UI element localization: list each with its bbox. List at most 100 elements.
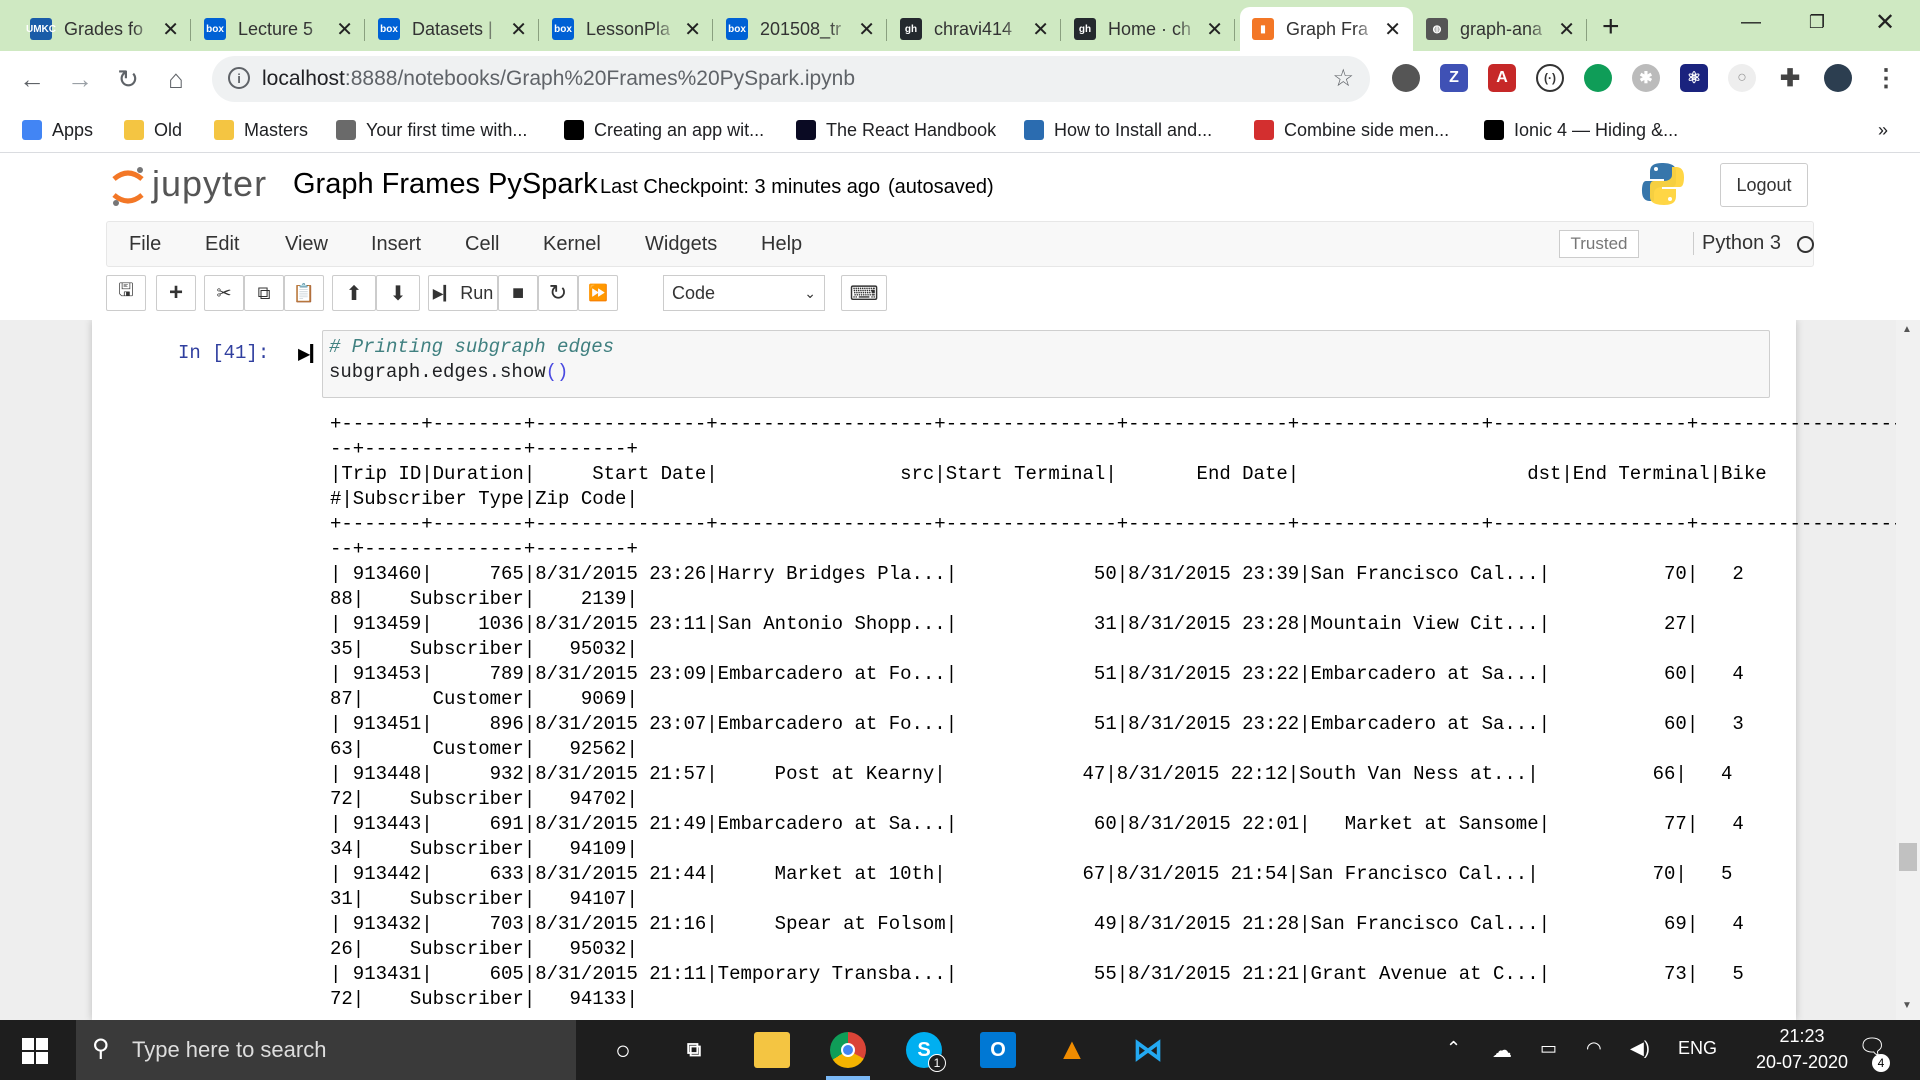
extension-code-icon[interactable]: (·) bbox=[1536, 64, 1564, 92]
menu-view[interactable]: View bbox=[285, 233, 328, 256]
code-input[interactable]: # Printing subgraph edges subgraph.edges… bbox=[322, 330, 1770, 398]
browser-tab[interactable]: UMKC Grades fo ✕ bbox=[18, 7, 191, 51]
menu-help[interactable]: Help bbox=[761, 233, 802, 256]
bookmark-item[interactable]: Old bbox=[124, 116, 182, 144]
chrome-icon[interactable] bbox=[830, 1032, 866, 1068]
run-cell-icon[interactable]: ▶▎ bbox=[298, 344, 323, 364]
copy-icon[interactable]: ⧉ bbox=[244, 275, 284, 311]
vertical-scrollbar[interactable]: ▲ ▼ bbox=[1896, 320, 1920, 1020]
scrollbar-thumb[interactable] bbox=[1899, 843, 1917, 871]
wifi-icon[interactable]: ◠ bbox=[1586, 1038, 1602, 1059]
cut-icon[interactable]: ✂ bbox=[204, 275, 244, 311]
jupyter-logo-icon[interactable] bbox=[110, 165, 146, 209]
browser-tab[interactable]: gh Home · ch ✕ bbox=[1062, 7, 1235, 51]
info-icon[interactable]: i bbox=[228, 67, 250, 89]
stop-icon[interactable]: ■ bbox=[498, 275, 538, 311]
extension-gear-icon[interactable]: ✱ bbox=[1632, 64, 1660, 92]
bookmark-item[interactable]: Your first time with... bbox=[336, 116, 527, 144]
tab-close-icon[interactable]: ✕ bbox=[684, 17, 701, 42]
notebook-title[interactable]: Graph Frames PySpark bbox=[293, 168, 598, 201]
profile-avatar[interactable] bbox=[1824, 64, 1852, 92]
task-view-icon[interactable]: ⧉ bbox=[676, 1032, 712, 1068]
forward-icon[interactable]: → bbox=[62, 61, 98, 97]
save-icon[interactable]: 🖫 bbox=[106, 275, 146, 311]
tab-close-icon[interactable]: ✕ bbox=[336, 17, 353, 42]
home-icon[interactable]: ⌂ bbox=[158, 61, 194, 97]
restart-icon[interactable]: ↻ bbox=[538, 275, 578, 311]
tab-close-icon[interactable]: ✕ bbox=[510, 17, 527, 42]
browser-tab[interactable]: box Lecture 5 ✕ bbox=[192, 7, 365, 51]
bookmark-item[interactable]: The React Handbook bbox=[796, 116, 996, 144]
tray-chevron-up-icon[interactable]: ⌃ bbox=[1446, 1038, 1461, 1059]
restore-icon[interactable]: ❐ bbox=[1782, 0, 1852, 44]
move-up-icon[interactable]: ⬆ bbox=[332, 275, 376, 311]
bookmark-item[interactable]: Combine side men... bbox=[1254, 116, 1449, 144]
onedrive-icon[interactable]: ☁ bbox=[1492, 1038, 1512, 1063]
kernel-name[interactable]: Python 3 bbox=[1693, 232, 1781, 255]
window-close-icon[interactable]: ✕ bbox=[1850, 0, 1920, 44]
extension-circle-icon[interactable]: ○ bbox=[1728, 64, 1756, 92]
vlc-icon[interactable]: ▲ bbox=[1054, 1032, 1090, 1068]
menu-widgets[interactable]: Widgets bbox=[645, 233, 717, 256]
clock-date[interactable]: 20-07-2020 bbox=[1734, 1052, 1870, 1073]
vscode-icon[interactable]: ⋈ bbox=[1130, 1032, 1166, 1068]
paste-icon[interactable]: 📋 bbox=[284, 275, 324, 311]
bookmark-item[interactable]: Masters bbox=[214, 116, 308, 144]
scroll-down-icon[interactable]: ▼ bbox=[1902, 1000, 1912, 1011]
move-down-icon[interactable]: ⬇ bbox=[376, 275, 420, 311]
bookmark-item[interactable]: How to Install and... bbox=[1024, 116, 1212, 144]
code-cell[interactable]: In [41]: ▶▎ # Printing subgraph edges su… bbox=[0, 320, 1920, 1020]
volume-icon[interactable]: ◀) bbox=[1630, 1038, 1650, 1059]
bookmark-item[interactable]: Apps bbox=[22, 116, 93, 144]
menu-kernel[interactable]: Kernel bbox=[543, 233, 601, 256]
extension-green-icon[interactable] bbox=[1584, 64, 1612, 92]
tab-close-icon[interactable]: ✕ bbox=[1558, 17, 1575, 42]
extension-record-icon[interactable] bbox=[1392, 64, 1420, 92]
extension-react-icon[interactable]: ⚛ bbox=[1680, 64, 1708, 92]
browser-tab[interactable]: gh chravi414 ✕ bbox=[888, 7, 1061, 51]
restart-run-all-icon[interactable]: ⏩ bbox=[578, 275, 618, 311]
browser-tab[interactable]: ◍ graph-ana ✕ bbox=[1414, 7, 1587, 51]
windows-start-icon[interactable] bbox=[22, 1038, 48, 1064]
file-explorer-icon[interactable] bbox=[754, 1032, 790, 1068]
clock-time[interactable]: 21:23 bbox=[1760, 1026, 1844, 1047]
extensions-puzzle-icon[interactable]: ✚ bbox=[1776, 64, 1804, 92]
extension-pdf-icon[interactable]: A bbox=[1488, 64, 1516, 92]
reload-icon[interactable]: ↻ bbox=[110, 61, 146, 97]
scroll-up-icon[interactable]: ▲ bbox=[1902, 324, 1912, 335]
browser-tab[interactable]: box LessonPla ✕ bbox=[540, 7, 713, 51]
outlook-icon[interactable]: O bbox=[980, 1032, 1016, 1068]
extension-zotero-icon[interactable]: Z bbox=[1440, 64, 1468, 92]
battery-icon[interactable]: ▭ bbox=[1540, 1038, 1557, 1059]
browser-tab[interactable]: ▮ Graph Fra ✕ bbox=[1240, 7, 1413, 51]
browser-tab[interactable]: box 201508_tr ✕ bbox=[714, 7, 887, 51]
tab-close-icon[interactable]: ✕ bbox=[1032, 17, 1049, 42]
more-bookmarks-icon[interactable]: » bbox=[1878, 116, 1888, 144]
insert-cell-icon[interactable]: + bbox=[156, 275, 196, 311]
bookmark-star-icon[interactable]: ☆ bbox=[1332, 64, 1354, 93]
menu-insert[interactable]: Insert bbox=[371, 233, 421, 256]
trusted-badge[interactable]: Trusted bbox=[1559, 230, 1639, 258]
tab-close-icon[interactable]: ✕ bbox=[858, 17, 875, 42]
logout-button[interactable]: Logout bbox=[1720, 163, 1808, 207]
bookmark-item[interactable]: Ionic 4 — Hiding &... bbox=[1484, 116, 1678, 144]
cortana-icon[interactable]: ○ bbox=[605, 1032, 641, 1068]
menu-file[interactable]: File bbox=[129, 233, 161, 256]
menu-edit[interactable]: Edit bbox=[205, 233, 239, 256]
menu-cell[interactable]: Cell bbox=[465, 233, 499, 256]
browser-tab[interactable]: box Datasets | ✕ bbox=[366, 7, 539, 51]
language-indicator[interactable]: ENG bbox=[1678, 1038, 1717, 1059]
minimize-icon[interactable]: — bbox=[1716, 0, 1786, 44]
new-tab-button[interactable]: + bbox=[1602, 10, 1620, 44]
run-button[interactable]: ▶▎ Run bbox=[428, 275, 498, 311]
bookmark-item[interactable]: Creating an app wit... bbox=[564, 116, 764, 144]
browser-menu-icon[interactable]: ⋮ bbox=[1872, 64, 1900, 92]
taskbar-search[interactable]: ⚲ Type here to search bbox=[76, 1020, 576, 1080]
tab-close-icon[interactable]: ✕ bbox=[1206, 17, 1223, 42]
address-bar[interactable]: i localhost:8888/notebooks/Graph%20Frame… bbox=[212, 56, 1370, 102]
keyboard-icon[interactable]: ⌨ bbox=[841, 275, 887, 311]
tab-close-icon[interactable]: ✕ bbox=[162, 17, 179, 42]
tab-close-icon[interactable]: ✕ bbox=[1384, 17, 1401, 42]
cell-type-select[interactable]: Code ⌄ bbox=[663, 275, 825, 311]
jupyter-logo-text[interactable]: jupyter bbox=[152, 163, 267, 205]
